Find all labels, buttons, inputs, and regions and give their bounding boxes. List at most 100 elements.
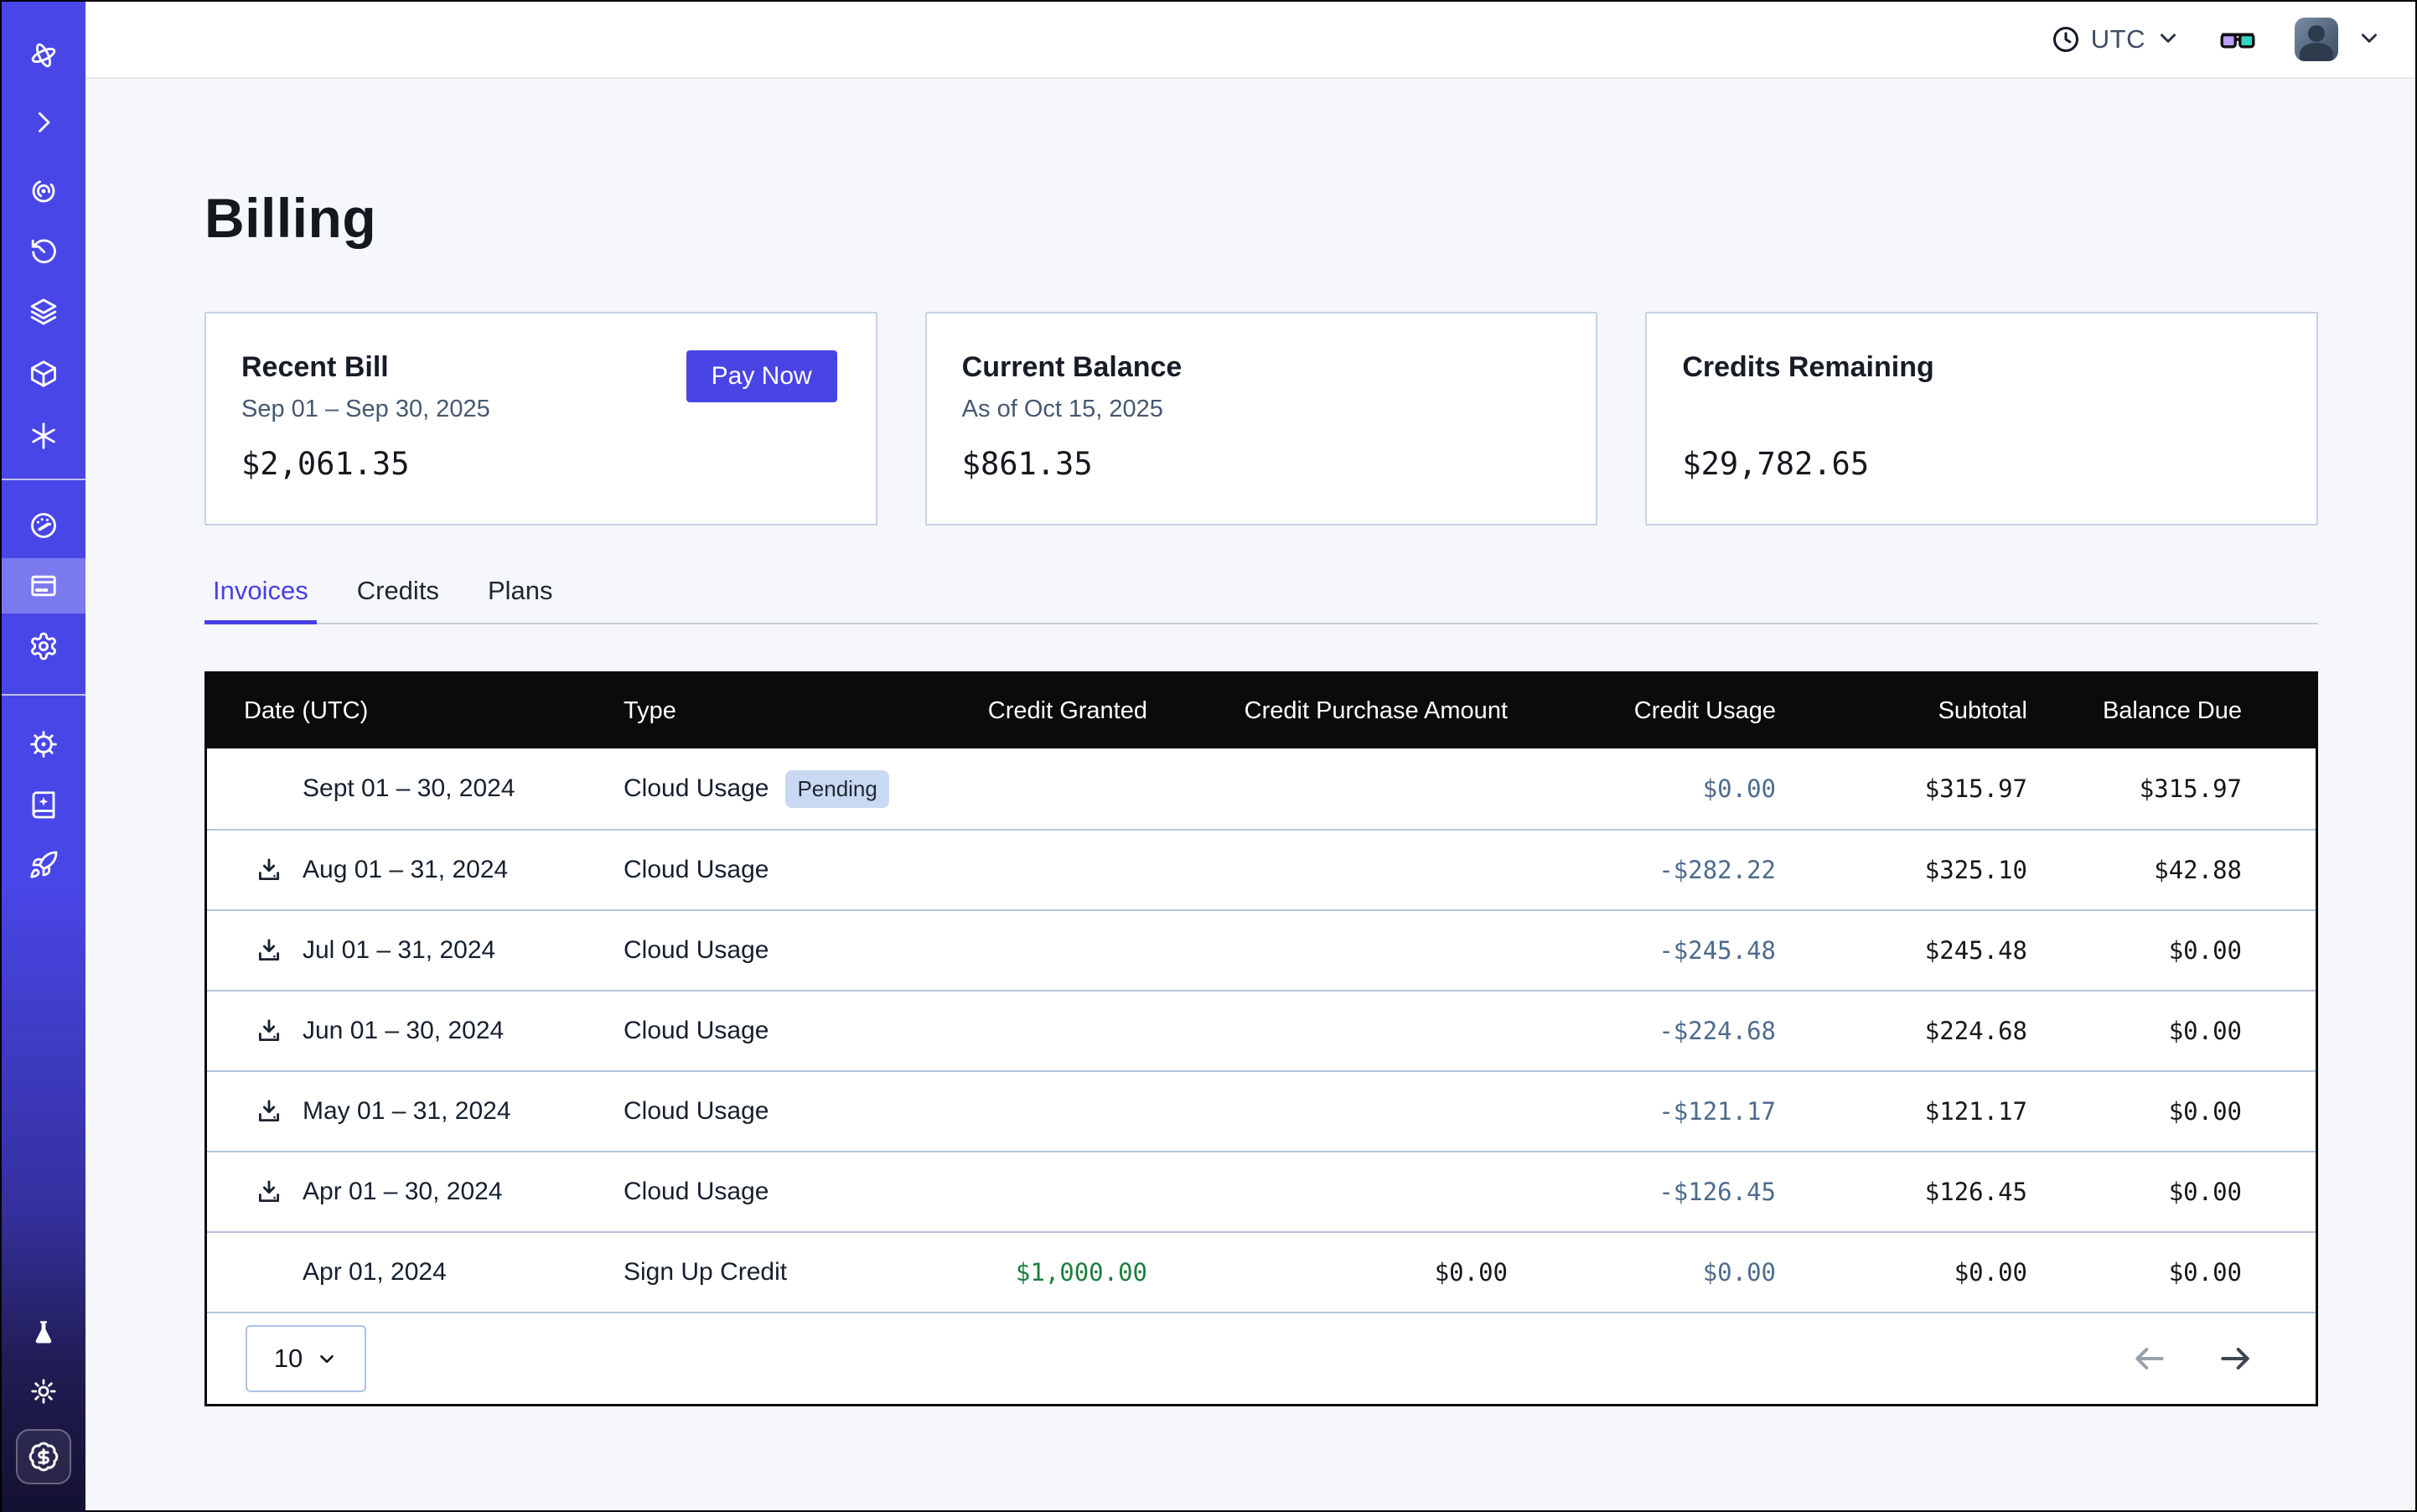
balance-due-value: $0.00 [2027,1178,2316,1206]
current-balance-amount: $861.35 [962,446,1558,482]
book-sparkle-icon[interactable] [28,790,59,820]
timezone-label: UTC [2091,24,2145,54]
invoice-type: Sign Up Credit [624,1258,787,1287]
cube-icon[interactable] [28,359,59,389]
settings-gear-icon[interactable] [28,631,59,661]
recent-bill-amount: $2,061.35 [241,446,837,482]
invoice-type: Cloud Usage [624,856,769,884]
brightness-icon[interactable] [28,1376,59,1406]
subtotal-value: $224.68 [1776,1017,2027,1045]
credits-remaining-amount: $29,782.65 [1682,446,2278,482]
invoice-type: Cloud Usage [624,1097,769,1126]
sidebar-divider [2,694,85,696]
prev-page-arrow[interactable] [2131,1340,2168,1377]
table-row: Sept 01 – 30, 2024Cloud UsagePending$0.0… [207,748,2316,829]
tab-invoices[interactable]: Invoices [204,576,317,623]
page-title: Billing [204,186,2318,250]
card-title: Credits Remaining [1682,350,2278,384]
table-row: Jun 01 – 30, 2024 Cloud Usage -$224.68$224… [207,990,2316,1070]
billing-icon[interactable] [28,571,59,601]
helm-icon[interactable] [28,729,59,759]
credit-purchase-value: $0.00 [1147,1258,1508,1287]
subtotal-value: $0.00 [1776,1258,2027,1287]
chevron-down-icon [2156,25,2181,54]
flask-icon[interactable] [28,1318,59,1348]
main-content: Billing Recent Bill Sep 01 – Sep 30, 202… [85,79,2415,1510]
chevron-down-icon[interactable] [2357,25,2382,54]
download-invoice-icon[interactable] [254,1096,284,1126]
invoice-type: Cloud Usage [624,774,769,803]
credit-granted-value: $1,000.00 [976,1258,1147,1287]
tabs-row: Invoices Credits Plans [204,576,2318,623]
column-header: Subtotal [1776,697,2027,725]
chevron-down-icon [316,1348,338,1370]
avatar[interactable] [2295,18,2338,61]
glasses-icon[interactable] [2218,19,2258,60]
sidebar [2,2,85,1512]
pager [2131,1340,2254,1377]
pay-now-button[interactable]: Pay Now [686,350,837,402]
timezone-selector[interactable]: UTC [2051,24,2181,54]
next-page-arrow[interactable] [2217,1340,2254,1377]
table-footer: 10 [207,1312,2316,1404]
history-icon[interactable] [28,236,59,267]
tabs-baseline [204,623,2318,624]
gauge-icon[interactable] [28,510,59,541]
table-body: Sept 01 – 30, 2024 Cloud Usage Pending $0.0… [207,748,2316,1312]
balance-due-value: $0.00 [2027,936,2316,965]
subtotal-value: $315.97 [1776,774,2027,803]
table-row: Apr 01, 2024Sign Up Credit$1,000.00$0.00… [207,1231,2316,1312]
invoice-date: Jul 01 – 31, 2024 [303,936,495,965]
download-invoice-icon[interactable] [254,1177,284,1207]
credits-remaining-card: Credits Remaining $29,782.65 [1645,312,2318,526]
invoice-date: Jun 01 – 30, 2024 [303,1017,504,1045]
invoice-date: May 01 – 31, 2024 [303,1097,511,1126]
billing-tabs: Invoices Credits Plans [204,576,2318,624]
card-subtitle: As of Oct 15, 2025 [962,394,1558,424]
logo-orbit-icon[interactable] [28,40,59,70]
subtotal-value: $121.17 [1776,1097,2027,1126]
chevron-right-icon[interactable] [28,107,59,137]
topbar: UTC [85,2,2415,79]
invoice-type: Cloud Usage [624,1017,769,1045]
layers-icon[interactable] [28,297,59,327]
balance-due-value: $0.00 [2027,1097,2316,1126]
download-invoice-icon[interactable] [254,935,284,966]
table-header: Date (UTC)TypeCredit GrantedCredit Purch… [207,674,2316,748]
card-title: Current Balance [962,350,1558,384]
subtotal-value: $325.10 [1776,856,2027,884]
card-subtitle [1682,394,2278,424]
sidebar-divider [2,479,85,480]
download-invoice-icon[interactable] [254,855,284,885]
credit-usage-value: -$282.22 [1508,856,1776,884]
column-header: Balance Due [2027,697,2316,725]
asterisk-icon[interactable] [28,421,59,451]
credit-usage-value: -$224.68 [1508,1017,1776,1045]
current-balance-card: Current Balance As of Oct 15, 2025 $861.… [925,312,1598,526]
rocket-icon[interactable] [28,850,59,880]
column-header: Credit Usage [1508,697,1776,725]
credit-usage-value: $0.00 [1508,1258,1776,1287]
status-badge: Pending [785,770,888,808]
column-header: Date (UTC) [207,697,624,725]
balance-due-value: $0.00 [2027,1258,2316,1287]
invoice-date: Sept 01 – 30, 2024 [303,774,515,803]
dollar-badge-button[interactable] [16,1429,71,1484]
balance-due-value: $0.00 [2027,1017,2316,1045]
iris-scan-icon[interactable] [28,176,59,206]
invoice-date: Aug 01 – 31, 2024 [303,856,508,884]
tab-credits[interactable]: Credits [349,576,448,623]
balance-due-value: $42.88 [2027,856,2316,884]
invoice-type: Cloud Usage [624,1178,769,1206]
page-size-select[interactable]: 10 [246,1325,366,1392]
table-row: May 01 – 31, 2024 Cloud Usage -$121.17$121… [207,1070,2316,1151]
recent-bill-card: Recent Bill Sep 01 – Sep 30, 2025 $2,061… [204,312,877,526]
summary-cards: Recent Bill Sep 01 – Sep 30, 2025 $2,061… [204,312,2318,526]
table-row: Aug 01 – 31, 2024 Cloud Usage -$282.22$325… [207,829,2316,909]
balance-due-value: $315.97 [2027,774,2316,803]
download-invoice-icon[interactable] [254,1016,284,1046]
credit-usage-value: -$245.48 [1508,936,1776,965]
credit-usage-value: -$121.17 [1508,1097,1776,1126]
invoice-type: Cloud Usage [624,936,769,965]
tab-plans[interactable]: Plans [479,576,562,623]
